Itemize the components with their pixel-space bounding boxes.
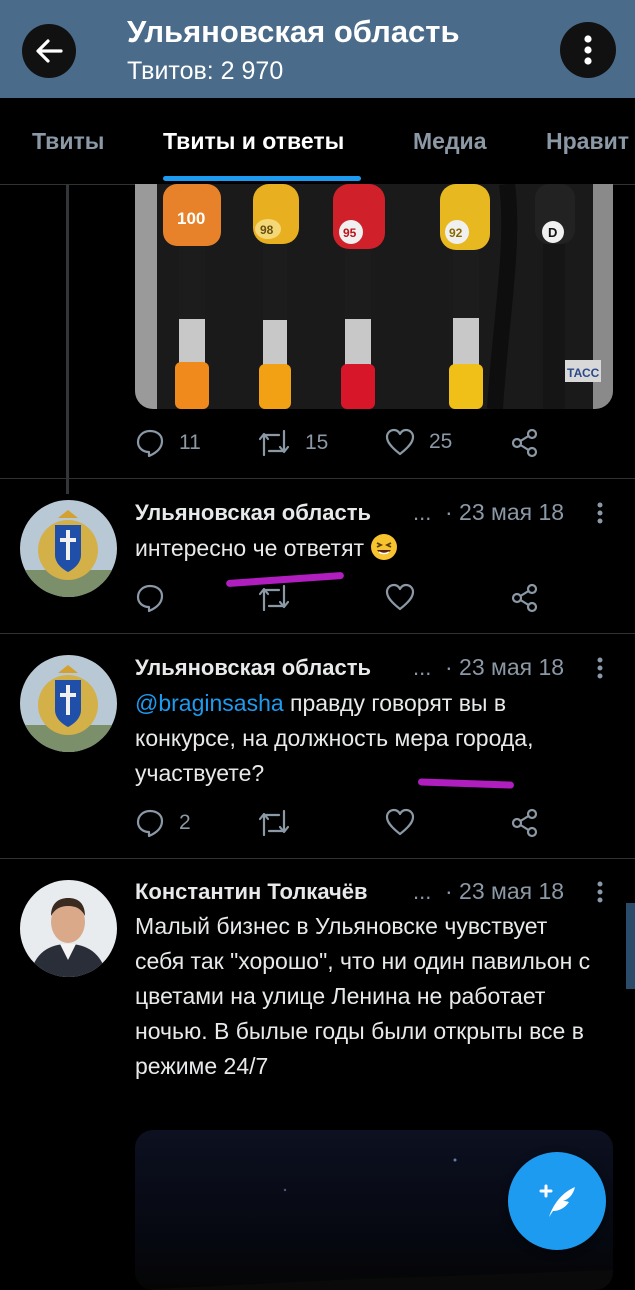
more-options-button[interactable]: [560, 22, 616, 78]
like-button[interactable]: [385, 583, 415, 611]
tweet-count: Твитов: 2 970: [127, 57, 284, 85]
tab-likes[interactable]: Нравит: [546, 128, 629, 155]
back-button[interactable]: [22, 24, 76, 78]
author-name[interactable]: Ульяновская область: [135, 500, 371, 526]
like-button[interactable]: [385, 808, 415, 836]
compose-feather-icon: [539, 1184, 575, 1217]
person-photo-icon: [20, 880, 117, 977]
avatar[interactable]: [20, 880, 117, 977]
arrow-left-icon: [36, 39, 63, 63]
retweet-button[interactable]: 15: [257, 428, 328, 458]
profile-tabs: Твиты Твиты и ответы Медиа Нравит: [0, 98, 635, 185]
profile-title: Ульяновская область: [127, 14, 460, 49]
nozzle-label-d: D: [548, 225, 557, 240]
name-ellipsis: ...: [413, 655, 432, 680]
coat-of-arms-icon: [20, 500, 117, 597]
name-ellipsis: ...: [413, 500, 432, 525]
reply-icon: [136, 584, 164, 613]
coat-of-arms-icon: [20, 655, 117, 752]
divider: [0, 858, 635, 859]
tweet-text: интересно че ответят: [135, 531, 595, 566]
avatar[interactable]: [20, 655, 117, 752]
reply-button[interactable]: 11: [135, 428, 201, 458]
heart-icon: [385, 808, 415, 836]
tweet-actions: 11 15 25: [135, 428, 555, 462]
retweet-button[interactable]: [257, 583, 291, 613]
tweet-menu-icon[interactable]: [590, 500, 610, 530]
tab-tweets[interactable]: Твиты: [32, 128, 104, 155]
reply-count: 2: [179, 811, 191, 834]
photo-watermark: ТАСС: [567, 366, 600, 380]
thread-line: [66, 184, 69, 494]
retweet-button[interactable]: [257, 808, 291, 838]
nozzle-label-95: 95: [343, 226, 357, 240]
tweet-actions: 2: [135, 808, 555, 842]
share-icon: [511, 583, 538, 613]
profile-header: Ульяновская область Твитов: 2 970: [0, 0, 635, 98]
share-button[interactable]: [510, 583, 540, 613]
active-tab-indicator: [163, 176, 361, 181]
heart-icon: [385, 583, 415, 611]
reply-button[interactable]: 2: [135, 808, 191, 838]
nozzle-label-92: 92: [449, 226, 463, 240]
tab-tweets-and-replies[interactable]: Твиты и ответы: [163, 128, 344, 155]
share-button[interactable]: [510, 808, 540, 838]
scroll-indicator[interactable]: [626, 903, 635, 989]
compose-tweet-button[interactable]: [508, 1152, 606, 1250]
heart-icon: [385, 428, 415, 456]
tab-media[interactable]: Медиа: [413, 128, 486, 155]
reply-button[interactable]: [135, 583, 165, 613]
avatar[interactable]: [20, 500, 117, 597]
retweet-icon: [258, 429, 290, 457]
tweet-photo[interactable]: 100 98 95 92 D ТАСС: [135, 184, 613, 409]
share-icon: [511, 428, 538, 458]
share-icon: [511, 808, 538, 838]
like-button[interactable]: 25: [385, 428, 452, 456]
tweet-menu-icon[interactable]: [590, 655, 610, 685]
fuel-nozzles-image: 100 98 95 92 D ТАСС: [135, 184, 613, 409]
divider: [0, 633, 635, 634]
name-ellipsis: ...: [413, 879, 432, 904]
share-button[interactable]: [510, 428, 540, 458]
nozzle-label-100: 100: [177, 209, 205, 228]
retweet-icon: [258, 584, 290, 612]
reply-count: 11: [179, 431, 201, 454]
retweet-icon: [258, 809, 290, 837]
reply-icon: [136, 809, 164, 838]
tweet-date[interactable]: · 23 мая 18: [445, 878, 564, 905]
tweet-text-body: интересно че ответят: [135, 535, 365, 561]
more-vertical-icon: [584, 35, 592, 65]
retweet-count: 15: [305, 431, 329, 454]
tweet-text: Малый бизнес в Ульяновске чувствует себя…: [135, 913, 591, 1079]
mention-link[interactable]: @braginsasha: [135, 690, 284, 716]
tweet-date[interactable]: · 23 мая 18: [445, 654, 564, 681]
author-name[interactable]: Константин Толкачёв: [135, 879, 368, 905]
like-count: 25: [429, 430, 453, 453]
tweet-menu-icon[interactable]: [590, 879, 610, 909]
laughing-face-icon: [371, 534, 398, 560]
reply-icon: [136, 429, 164, 458]
author-name[interactable]: Ульяновская область: [135, 655, 371, 681]
tweet-text: @braginsasha правду говорят вы в конкурс…: [135, 686, 595, 791]
divider: [0, 478, 635, 479]
tweet-date[interactable]: · 23 мая 18: [445, 499, 564, 526]
tweet-actions: [135, 583, 555, 617]
nozzle-label-98: 98: [260, 223, 274, 237]
